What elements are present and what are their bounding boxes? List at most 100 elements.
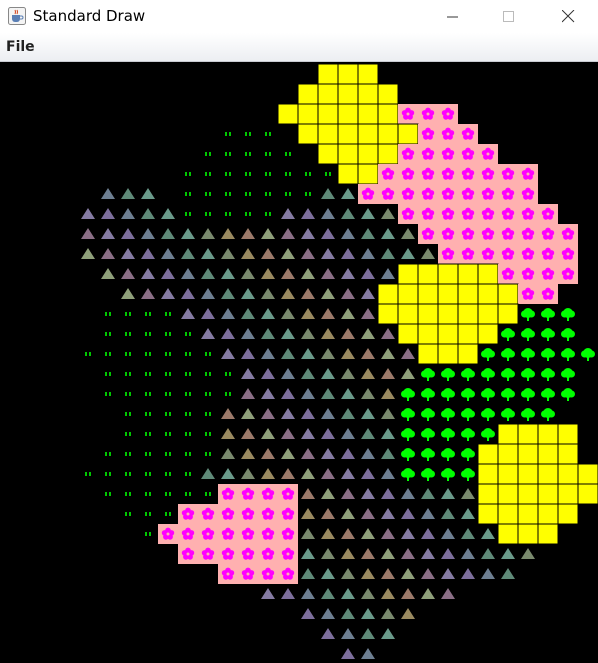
yellow-block [577,463,598,485]
flower-center [566,252,570,256]
mountain-tile [341,508,355,519]
minimize-button[interactable] [430,0,476,33]
tree-crown-left [481,390,488,398]
flower-petal [261,530,268,536]
mountain-tile [261,288,275,299]
draw-canvas[interactable] [0,62,598,663]
yellow-block [477,503,499,525]
green-grass-tile [105,312,111,316]
flower-petal [381,190,388,196]
tree-trunk [567,397,569,401]
green-grass-tile [185,172,191,176]
mountain-tile [161,248,175,259]
green-tree-tile [481,388,495,401]
flower-petal [441,210,448,216]
grass-blade [105,392,107,396]
flower-petal [481,150,488,156]
flower-petal [181,510,188,516]
green-tree-tile [441,368,455,381]
flower-center [426,132,430,136]
green-grass-tile [225,212,231,216]
tree-trunk [507,357,509,361]
green-tree-tile [421,428,435,441]
flower-center [406,212,410,216]
flower-petal [441,110,448,116]
green-grass-tile [165,372,171,376]
mountain-tile [181,308,195,319]
grass-blade [105,492,107,496]
mountain-tile [421,548,435,559]
grass-blade [205,392,207,396]
yellow-block [457,263,479,285]
mountain-tile [301,388,315,399]
tree-trunk [547,317,549,321]
mountain-tile [81,248,95,259]
grass-blade [169,332,171,336]
green-grass-tile [145,452,151,456]
flower-center [466,232,470,236]
yellow-block [417,323,439,345]
tree-trunk [527,397,529,401]
tree-crown-left [501,350,508,358]
grass-blade [129,332,131,336]
pink-flower-tile [458,184,478,204]
green-tree-tile [461,448,475,461]
yellow-block [337,143,359,165]
green-tree-tile [441,448,455,461]
mountain-tile [381,468,395,479]
grass-blade [149,532,151,536]
mountain-tile [341,428,355,439]
tree-crown-left [461,390,468,398]
green-grass-tile [185,352,191,356]
tree-crown-right [448,410,455,418]
yellow-block [377,143,399,165]
pink-flower-tile [438,184,458,204]
grass-blade [145,472,147,476]
yellow-block [437,303,459,325]
flower-center [486,192,490,196]
pink-flower-tile [478,204,498,224]
close-button[interactable] [545,0,591,33]
yellow-block [477,303,499,325]
pink-flower-tile [398,144,418,164]
window-titlebar: Standard Draw [0,0,598,33]
grass-blade [169,512,171,516]
flower-petal [241,530,248,536]
flower-center [406,172,410,176]
green-tree-tile [421,408,435,421]
tree-trunk [407,397,409,401]
flower-petal [221,570,228,576]
mountain-tile [261,388,275,399]
flower-center [526,272,530,276]
mountain-tile [141,228,155,239]
grass-blade [289,172,291,176]
grass-blade [149,492,151,496]
window-title: Standard Draw [33,7,146,25]
mountain-tile [321,508,335,519]
menu-bar: File [0,33,598,62]
grass-blade [209,452,211,456]
mountain-tile [321,608,335,619]
mountain-tile [161,268,175,279]
green-grass-tile [145,332,151,336]
yellow-block [337,123,359,145]
pink-flower-tile [458,164,478,184]
green-grass-tile [185,452,191,456]
flower-petal [201,550,208,556]
mountain-tile [421,248,435,259]
grass-blade [105,352,107,356]
java-coffee-cup-icon [8,7,26,25]
yellow-block [457,303,479,325]
maximize-button[interactable] [486,0,532,33]
green-grass-tile [165,452,171,456]
grass-blade [269,132,271,136]
green-grass-tile [185,392,191,396]
tree-crown-left [461,450,468,458]
green-grass-tile [205,452,211,456]
grass-blade [205,452,207,456]
green-tree-tile [441,408,455,421]
tree-crown-right [428,390,435,398]
mountain-tile [261,268,275,279]
grass-blade [149,392,151,396]
menu-file[interactable]: File [6,39,35,55]
